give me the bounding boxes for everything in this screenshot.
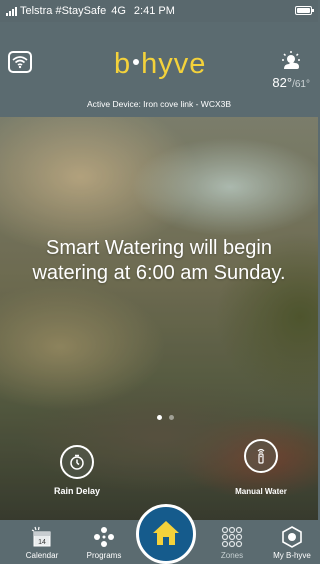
temp-low: /61° xyxy=(292,79,310,90)
logo-b: b xyxy=(114,48,132,80)
garden-background-image: Smart Watering will begin watering at 6:… xyxy=(0,117,318,520)
carrier-name: Telstra #StaySafe xyxy=(20,5,107,17)
timer-icon xyxy=(70,454,84,470)
tab-programs[interactable]: Programs xyxy=(76,520,132,563)
app-header: b hyve 82°/61° Active Device: Iron cove … xyxy=(0,22,318,117)
tab-programs-label: Programs xyxy=(86,551,122,560)
logo-hyve: hyve xyxy=(141,48,207,80)
zones-grid-icon xyxy=(221,526,243,548)
rain-delay-label: Rain Delay xyxy=(53,486,101,496)
tab-zones[interactable]: Zones xyxy=(204,520,260,563)
calendar-icon: 14 xyxy=(31,526,51,547)
page-indicator[interactable] xyxy=(157,415,174,420)
tab-zones-label: Zones xyxy=(220,551,244,560)
status-bar: Telstra #StaySafe 4G 2:41 PM xyxy=(0,0,318,22)
manual-water-label: Manual Water xyxy=(235,487,287,496)
wifi-connection-button[interactable] xyxy=(8,51,32,73)
programs-icon xyxy=(94,527,114,547)
home-icon xyxy=(153,521,179,545)
network-type: 4G xyxy=(111,5,126,17)
remote-icon xyxy=(257,448,265,464)
signal-strength-icon xyxy=(6,6,17,16)
tab-calendar-label: Calendar xyxy=(25,551,59,560)
temp-high: 82° xyxy=(272,75,293,90)
wifi-icon xyxy=(12,56,28,69)
battery-icon xyxy=(295,6,314,15)
tab-calendar[interactable]: 14 Calendar xyxy=(14,520,70,563)
page-dot-active[interactable] xyxy=(157,415,162,420)
partly-sunny-icon[interactable] xyxy=(280,50,302,72)
page-dot[interactable] xyxy=(169,415,174,420)
watering-schedule-message: Smart Watering will begin watering at 6:… xyxy=(32,237,286,284)
status-time: 2:41 PM xyxy=(133,5,175,17)
logo-dot xyxy=(133,59,140,65)
calendar-day: 14 xyxy=(38,539,46,546)
active-device-label[interactable]: Active Device: Iron cove link - WCX3B xyxy=(0,99,318,109)
bhyve-logo: b hyve xyxy=(114,48,206,81)
tab-my-bhyve[interactable]: My B-hyve xyxy=(264,520,320,563)
rain-delay-button[interactable] xyxy=(60,445,94,479)
home-button[interactable] xyxy=(136,504,196,564)
tab-my-bhyve-label: My B-hyve xyxy=(273,551,311,560)
my-bhyve-icon xyxy=(282,526,302,548)
manual-water-button[interactable] xyxy=(244,439,278,473)
temperature-readout: 82°/61° xyxy=(272,75,310,90)
